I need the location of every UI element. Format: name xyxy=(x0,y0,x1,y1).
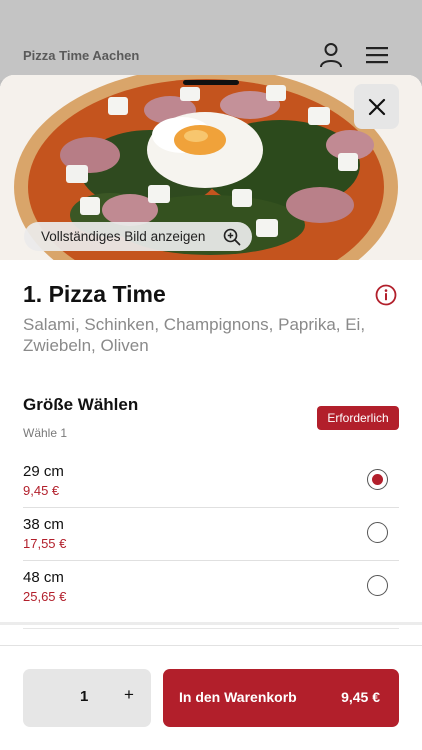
quantity-stepper[interactable]: 1 + xyxy=(23,669,151,727)
view-full-image-button[interactable]: Vollständiges Bild anzeigen xyxy=(24,222,252,251)
option-size-label: 48 cm xyxy=(23,569,64,586)
option-price: 17,55 € xyxy=(23,536,67,551)
option-size-label: 29 cm xyxy=(23,463,64,480)
zoom-in-icon xyxy=(223,228,241,246)
quantity-value: 1 xyxy=(80,688,89,705)
radio-button-selected[interactable] xyxy=(367,469,388,490)
product-description: Salami, Schinken, Champignons, Paprika, … xyxy=(23,315,366,355)
app-header-background: Pizza Time Aachen xyxy=(0,0,422,80)
section-divider xyxy=(23,628,399,629)
increase-quantity-button[interactable]: + xyxy=(122,685,136,705)
user-icon[interactable] xyxy=(319,42,343,68)
size-option-29cm[interactable]: 29 cm 9,45 € xyxy=(23,458,399,511)
option-price: 9,45 € xyxy=(23,483,60,498)
product-detail-sheet: Vollständiges Bild anzeigen 1. Pizza Tim… xyxy=(0,75,422,750)
required-badge: Erforderlich xyxy=(317,406,399,430)
option-divider xyxy=(23,560,399,561)
info-icon[interactable] xyxy=(375,284,397,306)
radio-button[interactable] xyxy=(367,575,388,596)
option-divider xyxy=(23,507,399,508)
size-section-subtitle: Wähle 1 xyxy=(23,426,68,440)
size-option-38cm[interactable]: 38 cm 17,55 € xyxy=(23,511,399,564)
product-title: 1. Pizza Time xyxy=(23,281,166,307)
sheet-grabber[interactable] xyxy=(183,80,239,85)
cart-total-price: 9,45 € xyxy=(341,689,380,705)
section-divider xyxy=(0,622,422,625)
hamburger-menu-icon[interactable] xyxy=(366,46,388,64)
size-option-48cm[interactable]: 48 cm 25,65 € xyxy=(23,564,399,617)
order-footer: 1 + In den Warenkorb 9,45 € xyxy=(0,645,422,750)
close-icon xyxy=(368,98,385,115)
option-size-label: 38 cm xyxy=(23,516,64,533)
add-to-cart-label: In den Warenkorb xyxy=(179,689,297,705)
close-button[interactable] xyxy=(354,84,399,129)
radio-button[interactable] xyxy=(367,522,388,543)
add-to-cart-button[interactable]: In den Warenkorb 9,45 € xyxy=(163,669,399,727)
restaurant-name: Pizza Time Aachen xyxy=(23,48,140,63)
size-section-title: Größe Wählen xyxy=(23,395,139,414)
view-full-image-label: Vollständiges Bild anzeigen xyxy=(41,229,206,244)
option-price: 25,65 € xyxy=(23,589,67,604)
